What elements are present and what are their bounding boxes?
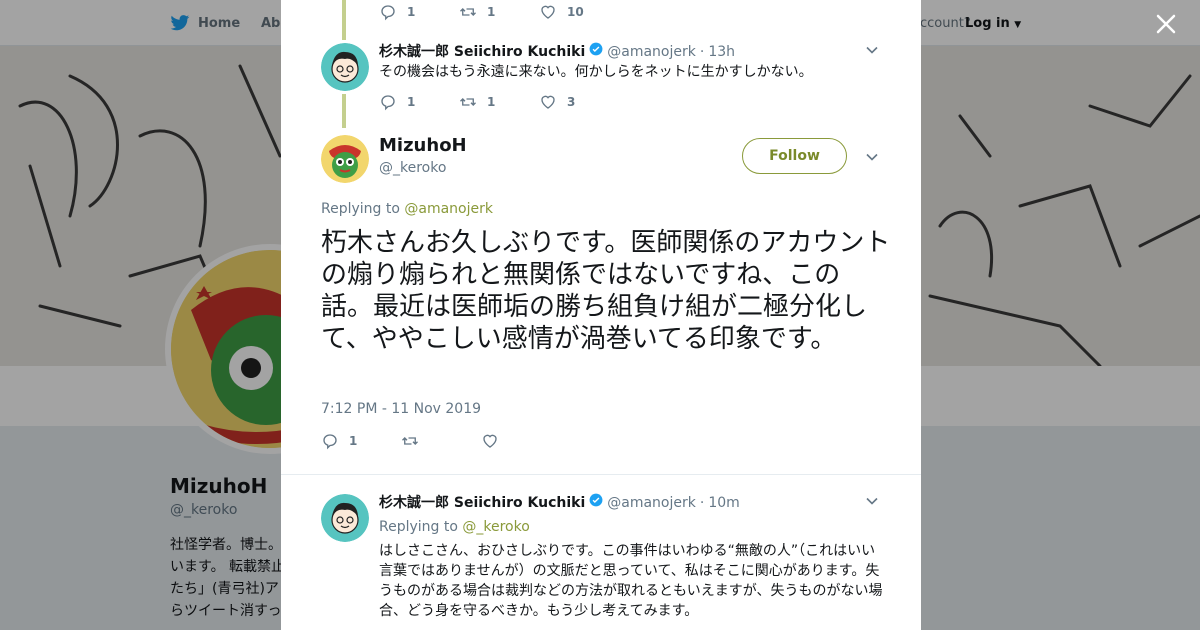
author-handle[interactable]: @amanojerk bbox=[607, 495, 696, 511]
reply-icon bbox=[381, 5, 395, 21]
retweet-button[interactable] bbox=[401, 432, 481, 450]
separator-dot: · bbox=[699, 495, 705, 511]
reply-count: 1 bbox=[407, 5, 416, 19]
reply-icon bbox=[381, 95, 395, 111]
replying-to-link[interactable]: @_keroko bbox=[462, 519, 529, 535]
tweet-time[interactable]: 10m bbox=[708, 495, 739, 511]
replying-prefix: Replying to bbox=[321, 201, 400, 217]
main-tweet-text: 朽木さんお久しぶりです。医師関係のアカウントの煽り煽られと無関係ではないですね、… bbox=[321, 228, 891, 354]
retweet-button[interactable]: 1 bbox=[459, 3, 539, 21]
reply-count: 1 bbox=[407, 95, 416, 109]
main-tweet-actions: 1 bbox=[321, 432, 561, 450]
tweet-text: その機会はもう永遠に来ない。何かしらをネットに生かすしかない。 bbox=[379, 64, 813, 80]
like-button[interactable]: 3 bbox=[539, 93, 619, 111]
replying-prefix: Replying to bbox=[379, 519, 458, 535]
like-button[interactable] bbox=[481, 432, 561, 450]
heart-icon bbox=[483, 434, 497, 448]
main-tweet-timestamp[interactable]: 7:12 PM - 11 Nov 2019 bbox=[321, 401, 481, 417]
tweet-time[interactable]: 13h bbox=[708, 44, 735, 60]
like-count: 3 bbox=[567, 95, 576, 109]
reply-count: 1 bbox=[349, 434, 358, 448]
replying-to-link[interactable]: @amanojerk bbox=[404, 201, 493, 217]
follow-button[interactable]: Follow bbox=[742, 138, 847, 174]
chevron-down-icon[interactable] bbox=[865, 43, 879, 57]
verified-badge-icon bbox=[589, 42, 603, 56]
thread-connector bbox=[342, 94, 346, 128]
thread-connector bbox=[342, 0, 346, 40]
main-author-handle[interactable]: @_keroko bbox=[379, 160, 446, 176]
verified-badge-icon bbox=[589, 493, 603, 507]
chevron-down-icon[interactable] bbox=[865, 150, 879, 164]
like-button[interactable]: 10 bbox=[539, 3, 619, 21]
heart-icon bbox=[541, 5, 555, 19]
tweet-header: 杉木誠一郎 Seiichiro Kuchiki @amanojerk · 13h bbox=[379, 41, 735, 61]
retweet-icon bbox=[402, 437, 418, 445]
retweet-count: 1 bbox=[487, 95, 496, 109]
author-fullname[interactable]: 杉木誠一郎 Seiichiro Kuchiki bbox=[379, 492, 585, 512]
divider bbox=[281, 474, 921, 475]
retweet-icon bbox=[460, 98, 476, 106]
tweet-actions-top: 1 1 10 bbox=[379, 3, 619, 21]
author-avatar[interactable] bbox=[321, 43, 369, 91]
chevron-down-icon[interactable] bbox=[865, 494, 879, 508]
tweet-actions: 1 1 3 bbox=[379, 93, 619, 111]
like-count: 10 bbox=[567, 5, 584, 19]
author-fullname[interactable]: 杉木誠一郎 Seiichiro Kuchiki bbox=[379, 41, 585, 61]
retweet-button[interactable]: 1 bbox=[459, 93, 539, 111]
main-author-avatar[interactable] bbox=[321, 135, 369, 183]
reply-button[interactable]: 1 bbox=[321, 432, 401, 450]
close-icon bbox=[1156, 14, 1176, 34]
tweet-header: 杉木誠一郎 Seiichiro Kuchiki @amanojerk · 10m bbox=[379, 492, 740, 512]
tweet-permalink-modal: 1 1 10 杉木誠一郎 Seiichiro Kuchiki @amanojer… bbox=[281, 0, 921, 630]
replying-to: Replying to @_keroko bbox=[379, 517, 530, 537]
reply-author-avatar[interactable] bbox=[321, 494, 369, 542]
kuchiki-avatar-image bbox=[321, 494, 369, 542]
retweet-count: 1 bbox=[487, 5, 496, 19]
kuchiki-avatar-image bbox=[321, 43, 369, 91]
replying-to: Replying to @amanojerk bbox=[321, 201, 493, 217]
author-handle[interactable]: @amanojerk bbox=[607, 44, 696, 60]
retweet-icon bbox=[460, 8, 476, 16]
main-author-name[interactable]: MizuhoH bbox=[379, 135, 467, 156]
tweet-text: はしさこさん、おひさしぶりです。この事件はいわゆる“無敵の人”（これはいい言葉で… bbox=[379, 543, 883, 619]
close-modal-button[interactable] bbox=[1152, 10, 1180, 38]
reply-button[interactable]: 1 bbox=[379, 93, 459, 111]
reply-button[interactable]: 1 bbox=[379, 3, 459, 21]
frog-crab-avatar-image bbox=[321, 135, 369, 183]
heart-icon bbox=[541, 95, 555, 109]
separator-dot: · bbox=[699, 44, 705, 60]
reply-icon bbox=[323, 434, 337, 450]
